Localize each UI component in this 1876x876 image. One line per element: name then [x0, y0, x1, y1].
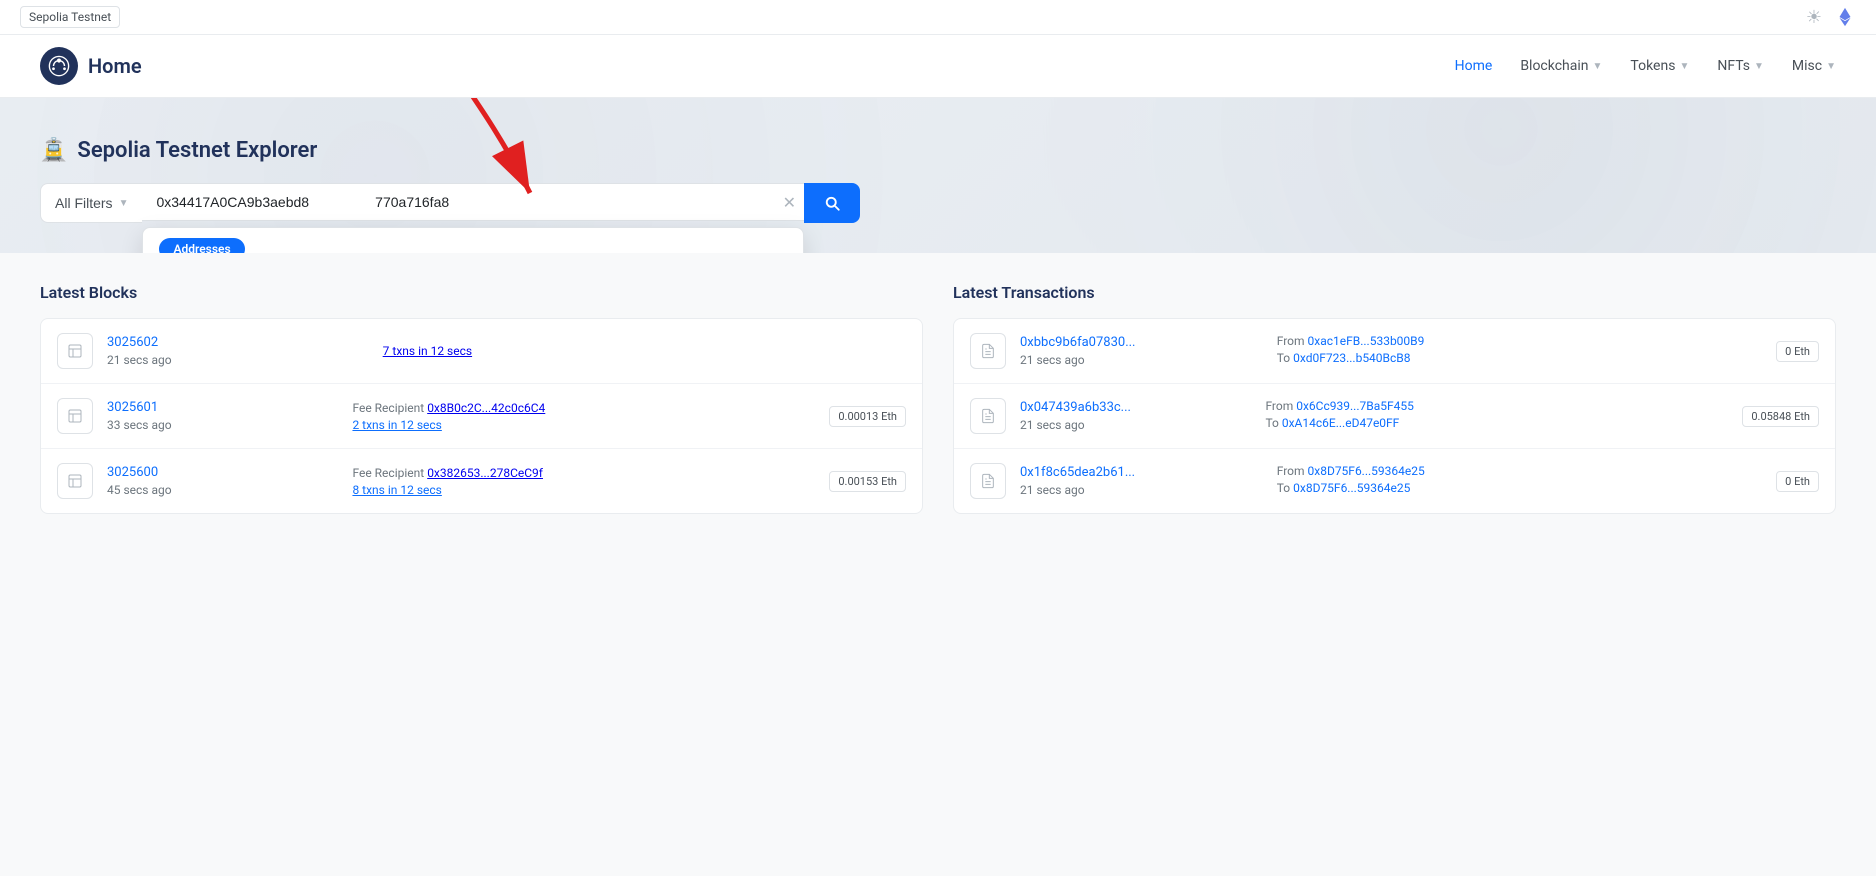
block-detail: Fee Recipient 0x8B0c2C...42c0c6C4 2 txns…: [352, 401, 815, 432]
from-address-link[interactable]: 0x6Cc939...7Ba5F455: [1296, 399, 1414, 413]
nav-blockchain[interactable]: Blockchain ▼: [1520, 58, 1602, 74]
autocomplete-tag: Addresses: [159, 238, 244, 253]
tx-list: 0xbbc9b6fa07830... 21 secs ago From 0xac…: [953, 318, 1836, 514]
tx-icon: [970, 333, 1006, 369]
logo-link[interactable]: Home: [40, 47, 142, 85]
to-address-link[interactable]: 0xd0F723...b540BcB8: [1293, 351, 1410, 365]
main-nav: Home Blockchain ▼ Tokens ▼ NFTs ▼ Misc ▼: [1455, 58, 1836, 74]
tx-from-to: From 0x8D75F6...59364e25 To 0x8D75F6...5…: [1277, 464, 1762, 498]
latest-blocks-section: Latest Blocks 3025602 21 secs ago 7 txns…: [40, 283, 923, 514]
header: Home Home Blockchain ▼ Tokens ▼ NFTs ▼ M…: [0, 35, 1876, 98]
tx-hash-link[interactable]: 0x047439a6b33c...: [1020, 400, 1251, 415]
tx-icon: [970, 398, 1006, 434]
table-row: 3025602 21 secs ago 7 txns in 12 secs: [41, 319, 922, 384]
logo-icon: [40, 47, 78, 85]
txns-link[interactable]: 8 txns in 12 secs: [352, 483, 441, 497]
block-number-link[interactable]: 3025600: [107, 465, 338, 480]
tx-time: 21 secs ago: [1020, 418, 1085, 432]
block-icon: [57, 463, 93, 499]
misc-dropdown-arrow: ▼: [1826, 61, 1836, 72]
table-row: 3025601 33 secs ago Fee Recipient 0x8B0c…: [41, 384, 922, 449]
block-time: 33 secs ago: [107, 418, 172, 432]
block-list: 3025602 21 secs ago 7 txns in 12 secs 30…: [40, 318, 923, 514]
autocomplete-tag-row: Addresses: [143, 228, 803, 253]
latest-blocks-title: Latest Blocks: [40, 283, 923, 302]
eth-value-badge: 0.00153 Eth: [829, 471, 906, 492]
block-time: 45 secs ago: [107, 483, 172, 497]
latest-transactions-title: Latest Transactions: [953, 283, 1836, 302]
block-icon: [57, 398, 93, 434]
block-info: 3025602 21 secs ago: [107, 335, 369, 368]
eth-value-badge: 0.00013 Eth: [829, 406, 906, 427]
clear-search-button[interactable]: ✕: [783, 193, 796, 213]
top-bar-actions: ☀: [1806, 6, 1856, 28]
eth-logo-icon: [1834, 6, 1856, 28]
train-icon: 🚊: [40, 138, 67, 163]
tx-time: 21 secs ago: [1020, 353, 1085, 367]
tx-info: 0xbbc9b6fa07830... 21 secs ago: [1020, 335, 1263, 368]
eth-value-badge: 0 Eth: [1776, 341, 1819, 362]
search-button[interactable]: [804, 183, 860, 223]
eth-value-badge: 0.05848 Eth: [1742, 406, 1819, 427]
top-bar: Sepolia Testnet ☀: [0, 0, 1876, 35]
table-row: 0x047439a6b33c... 21 secs ago From 0x6Cc…: [954, 384, 1835, 449]
network-badge[interactable]: Sepolia Testnet: [20, 6, 120, 28]
to-address-link[interactable]: 0x8D75F6...59364e25: [1293, 481, 1410, 495]
filter-button[interactable]: All Filters ▼: [40, 183, 142, 223]
latest-transactions-section: Latest Transactions 0xbbc9b6fa07830... 2…: [953, 283, 1836, 514]
blockchain-dropdown-arrow: ▼: [1593, 61, 1603, 72]
search-bar: All Filters ▼ ✕ Addresses ADDRESSES 0x34…: [40, 183, 860, 223]
tx-icon: [970, 463, 1006, 499]
block-icon: [57, 333, 93, 369]
block-number-link[interactable]: 3025601: [107, 400, 338, 415]
tx-from-to: From 0x6Cc939...7Ba5F455 To 0xA14c6E...e…: [1265, 399, 1728, 433]
table-row: 0xbbc9b6fa07830... 21 secs ago From 0xac…: [954, 319, 1835, 384]
block-detail: 7 txns in 12 secs: [383, 344, 906, 358]
tx-hash-link[interactable]: 0x1f8c65dea2b61...: [1020, 465, 1263, 480]
tokens-dropdown-arrow: ▼: [1679, 61, 1689, 72]
main-content: Latest Blocks 3025602 21 secs ago 7 txns…: [0, 253, 1876, 544]
block-time: 21 secs ago: [107, 353, 172, 367]
etherscan-logo-svg: [48, 55, 70, 77]
from-label: From: [1265, 399, 1296, 413]
nav-nfts[interactable]: NFTs ▼: [1717, 58, 1764, 74]
fee-recipient-link[interactable]: 0x8B0c2C...42c0c6C4: [427, 401, 545, 415]
from-address-link[interactable]: 0x8D75F6...59364e25: [1308, 464, 1425, 478]
theme-toggle-icon[interactable]: ☀: [1806, 7, 1822, 28]
eth-value-badge: 0 Eth: [1776, 471, 1819, 492]
block-info: 3025600 45 secs ago: [107, 465, 338, 498]
table-row: 3025600 45 secs ago Fee Recipient 0x3826…: [41, 449, 922, 513]
tx-info: 0x1f8c65dea2b61... 21 secs ago: [1020, 465, 1263, 498]
search-input-wrap: ✕ Addresses ADDRESSES 0x34417a0ca9b3aebd…: [142, 183, 804, 223]
to-label: To: [1277, 351, 1293, 365]
txns-link[interactable]: 7 txns in 12 secs: [383, 344, 472, 358]
tx-hash-link[interactable]: 0xbbc9b6fa07830...: [1020, 335, 1263, 350]
table-row: 0x1f8c65dea2b61... 21 secs ago From 0x8D…: [954, 449, 1835, 513]
filter-dropdown-arrow: ▼: [119, 198, 129, 209]
to-label: To: [1277, 481, 1293, 495]
block-detail: Fee Recipient 0x382653...278CeC9f 8 txns…: [352, 466, 815, 497]
nav-home[interactable]: Home: [1455, 58, 1493, 74]
autocomplete-dropdown: Addresses ADDRESSES 0x34417a0ca9b3aebd8 …: [142, 227, 804, 253]
hero-section: 🚊 Sepolia Testnet Explorer All Filters ▼: [0, 98, 1876, 253]
search-icon: [823, 194, 841, 212]
from-label: From: [1277, 464, 1308, 478]
search-input[interactable]: [142, 183, 804, 221]
from-address-link[interactable]: 0xac1eFB...533b00B9: [1308, 334, 1425, 348]
logo-text: Home: [88, 54, 142, 78]
nfts-dropdown-arrow: ▼: [1754, 61, 1764, 72]
txns-link[interactable]: 2 txns in 12 secs: [352, 418, 441, 432]
from-label: From: [1277, 334, 1308, 348]
fee-recipient-link[interactable]: 0x382653...278CeC9f: [427, 466, 543, 480]
to-label: To: [1265, 416, 1281, 430]
nav-tokens[interactable]: Tokens ▼: [1630, 58, 1689, 74]
block-number-link[interactable]: 3025602: [107, 335, 369, 350]
tx-info: 0x047439a6b33c... 21 secs ago: [1020, 400, 1251, 433]
nav-misc[interactable]: Misc ▼: [1792, 58, 1836, 74]
tx-from-to: From 0xac1eFB...533b00B9 To 0xd0F723...b…: [1277, 334, 1762, 368]
block-info: 3025601 33 secs ago: [107, 400, 338, 433]
hero-title: 🚊 Sepolia Testnet Explorer: [40, 138, 1836, 163]
tx-time: 21 secs ago: [1020, 483, 1085, 497]
to-address-link[interactable]: 0xA14c6E...eD47e0FF: [1282, 416, 1399, 430]
